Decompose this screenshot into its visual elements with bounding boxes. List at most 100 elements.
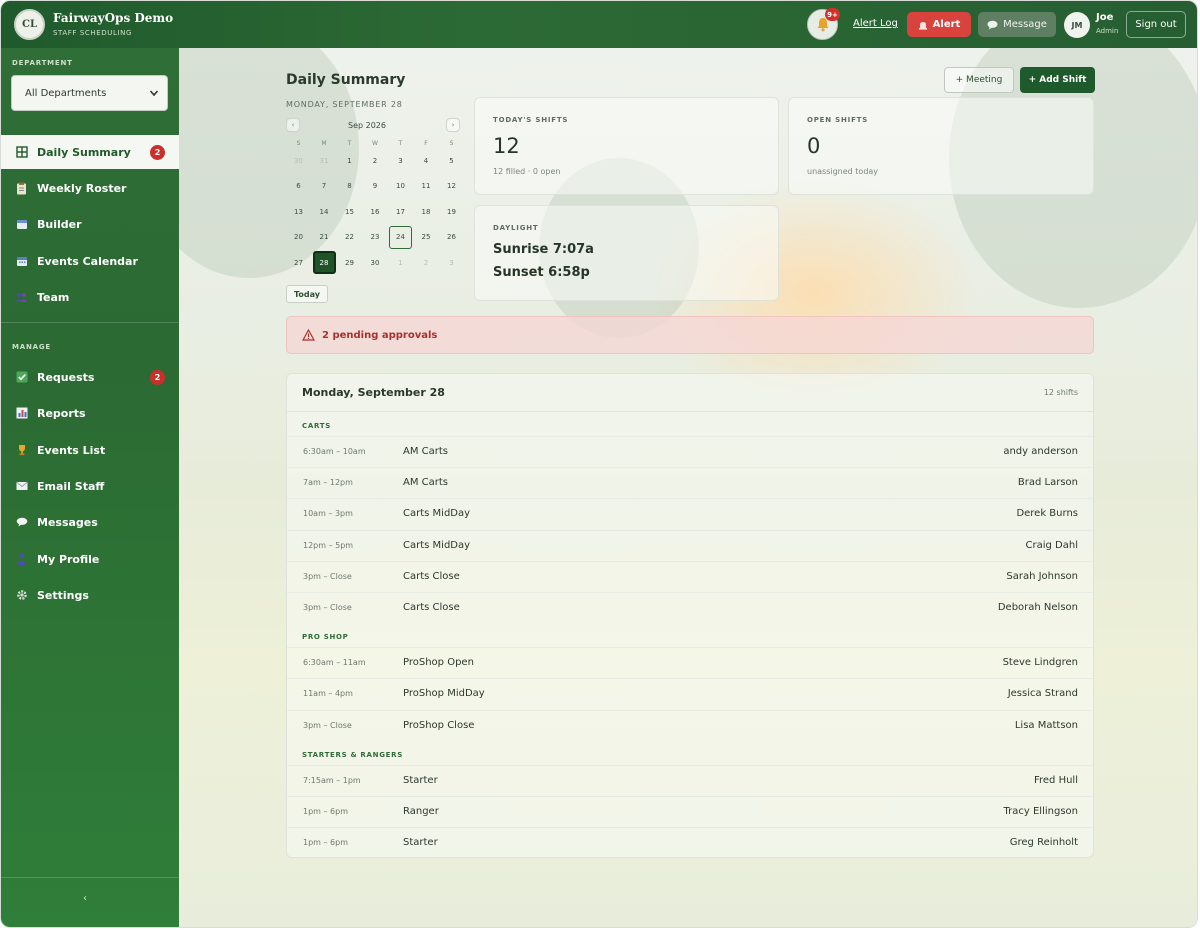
calendar-day[interactable]: 21	[313, 226, 336, 249]
avatar[interactable]: JM	[1064, 12, 1090, 38]
calendar-day[interactable]: 28	[312, 251, 336, 274]
calendar-day-outside-month[interactable]: 2	[415, 251, 438, 274]
shift-row[interactable]: 3pm – Close Carts Close Sarah Johnson	[287, 560, 1093, 592]
add-meeting-button[interactable]: + Meeting	[944, 67, 1014, 93]
speech-bubble-icon	[987, 20, 998, 29]
sidebar-collapse-button[interactable]: ‹	[83, 893, 87, 904]
shift-row[interactable]: 6:30am – 11am ProShop Open Steve Lindgren	[287, 647, 1093, 678]
sidebar-item-team[interactable]: Team	[1, 280, 179, 314]
shift-row[interactable]: 1pm – 6pm Ranger Tracy Ellingson	[287, 796, 1093, 827]
calendar-next-button[interactable]: ›	[446, 118, 460, 132]
calendar-day[interactable]: 18	[415, 200, 438, 223]
shift-assignee: Jessica Strand	[1007, 688, 1078, 700]
calendar-day[interactable]: 6	[287, 175, 310, 198]
shift-row[interactable]: 3pm – Close ProShop Close Lisa Mattson	[287, 709, 1093, 741]
calendar-day[interactable]: 26	[440, 226, 463, 249]
shift-role: AM Carts	[403, 446, 448, 457]
shift-time: 12pm – 5pm	[303, 540, 354, 550]
shift-role: ProShop Open	[403, 657, 474, 669]
shift-row[interactable]: 12pm – 5pm Carts MidDay Craig Dahl	[287, 529, 1093, 561]
sidebar-item-label: Reports	[37, 406, 86, 420]
sidebar-item-messages[interactable]: Messages	[1, 505, 179, 539]
sidebar-item-email-staff[interactable]: Email Staff	[1, 469, 179, 503]
shift-assignee: Greg Reinholt	[1009, 837, 1078, 849]
sidebar: DEPARTMENT All Departments Daily Summary…	[1, 48, 179, 927]
calendar-prev-button[interactable]: ‹	[286, 118, 300, 132]
schedule-group-label: STARTERS & RANGERS	[302, 750, 403, 759]
calendar-day[interactable]: 13	[287, 200, 310, 223]
add-shift-button[interactable]: + Add Shift	[1020, 67, 1095, 93]
shift-role: Starter	[403, 837, 438, 849]
calendar-day[interactable]: 1	[338, 149, 361, 172]
calendar-day[interactable]: 27	[287, 251, 310, 274]
daily-summary-badge: 2	[150, 145, 165, 160]
alert-log-link[interactable]: Alert Log	[853, 18, 898, 29]
shift-row[interactable]: 3pm – Close Carts Close Deborah Nelson	[287, 592, 1093, 623]
calendar-day[interactable]: 8	[338, 175, 361, 198]
person-icon	[15, 553, 28, 566]
calendar-day[interactable]: 25	[415, 226, 438, 249]
calendar-weekday-label: T	[398, 140, 403, 147]
chevron-down-icon	[149, 90, 159, 97]
sidebar-item-requests[interactable]: Requests 2	[1, 360, 179, 394]
calendar-day-outside-month[interactable]: 31	[313, 149, 336, 172]
shift-row[interactable]: 1pm – 6pm Starter Greg Reinholt	[287, 827, 1093, 858]
sunrise-time: Sunrise 7:07a	[493, 242, 594, 257]
message-button[interactable]: Message	[978, 12, 1056, 37]
shift-row[interactable]: 6:30am – 10am AM Carts andy anderson	[287, 436, 1093, 467]
app-subtitle: STAFF SCHEDULING	[53, 29, 132, 37]
calendar-day[interactable]: 9	[364, 175, 387, 198]
calendar-day[interactable]: 3	[389, 149, 412, 172]
sidebar-item-daily-summary[interactable]: Daily Summary 2	[1, 135, 179, 169]
main-content: Daily Summary MONDAY, SEPTEMBER 28 + Mee…	[179, 48, 1197, 927]
calendar-day[interactable]: 16	[364, 200, 387, 223]
gear-icon	[15, 589, 28, 602]
calendar-day[interactable]: 29	[338, 251, 361, 274]
calendar-day[interactable]: 24	[389, 225, 412, 249]
sidebar-item-label: Settings	[37, 588, 89, 602]
department-select-value: All Departments	[25, 87, 107, 99]
calendar-day[interactable]: 12	[440, 175, 463, 198]
calendar-day[interactable]: 22	[338, 226, 361, 249]
calendar-day[interactable]: 17	[389, 200, 412, 223]
calendar-day[interactable]: 15	[338, 200, 361, 223]
sidebar-item-events-calendar[interactable]: Events Calendar	[1, 244, 179, 278]
pending-approvals-alert[interactable]: 2 pending approvals	[286, 316, 1094, 354]
calendar-day[interactable]: 7	[313, 175, 336, 198]
sidebar-item-events-list[interactable]: Events List	[1, 433, 179, 467]
shift-time: 7am – 12pm	[303, 478, 353, 488]
calendar-day-outside-month[interactable]: 30	[287, 149, 310, 172]
sign-out-button[interactable]: Sign out	[1126, 11, 1186, 38]
schedule-shift-count: 12 shifts	[1043, 388, 1078, 397]
shift-row[interactable]: 10am – 3pm Carts MidDay Derek Burns	[287, 498, 1093, 529]
todays-shifts-sub: 12 filled · 0 open	[493, 167, 561, 176]
calendar-day[interactable]: 30	[364, 251, 387, 274]
calendar-today-button[interactable]: Today	[286, 285, 328, 303]
shift-row[interactable]: 7am – 12pm AM Carts Brad Larson	[287, 467, 1093, 498]
shift-row[interactable]: 7:15am – 1pm Starter Fred Hull	[287, 764, 1093, 796]
calendar-day[interactable]: 10	[389, 175, 412, 198]
sidebar-item-builder[interactable]: Builder	[1, 207, 179, 241]
calendar-day-outside-month[interactable]: 3	[440, 251, 463, 274]
calendar-weekday-label: T	[347, 140, 352, 147]
calendar-day[interactable]: 14	[313, 200, 336, 223]
department-select[interactable]: All Departments	[11, 75, 168, 111]
envelope-icon	[15, 480, 28, 493]
sidebar-item-reports[interactable]: Reports	[1, 396, 179, 430]
sidebar-item-weekly-roster[interactable]: Weekly Roster	[1, 171, 179, 205]
daily-schedule-panel: Monday, September 28 12 shifts CARTS 6:30…	[286, 373, 1094, 858]
calendar-day[interactable]: 5	[440, 149, 463, 172]
calendar-day[interactable]: 20	[287, 226, 310, 249]
calendar-day[interactable]: 19	[440, 200, 463, 223]
alert-button-label: Alert	[932, 19, 961, 30]
calendar-day[interactable]: 23	[364, 226, 387, 249]
calendar-day[interactable]: 2	[364, 149, 387, 172]
calendar-weekday-label: S	[296, 140, 301, 147]
alert-button[interactable]: Alert	[907, 12, 971, 37]
sidebar-item-settings[interactable]: Settings	[1, 578, 179, 612]
shift-row[interactable]: 11am – 4pm ProShop MidDay Jessica Strand	[287, 678, 1093, 709]
calendar-day[interactable]: 4	[415, 149, 438, 172]
calendar-day[interactable]: 11	[415, 175, 438, 198]
calendar-day-outside-month[interactable]: 1	[389, 251, 412, 274]
sidebar-item-my-profile[interactable]: My Profile	[1, 542, 179, 576]
